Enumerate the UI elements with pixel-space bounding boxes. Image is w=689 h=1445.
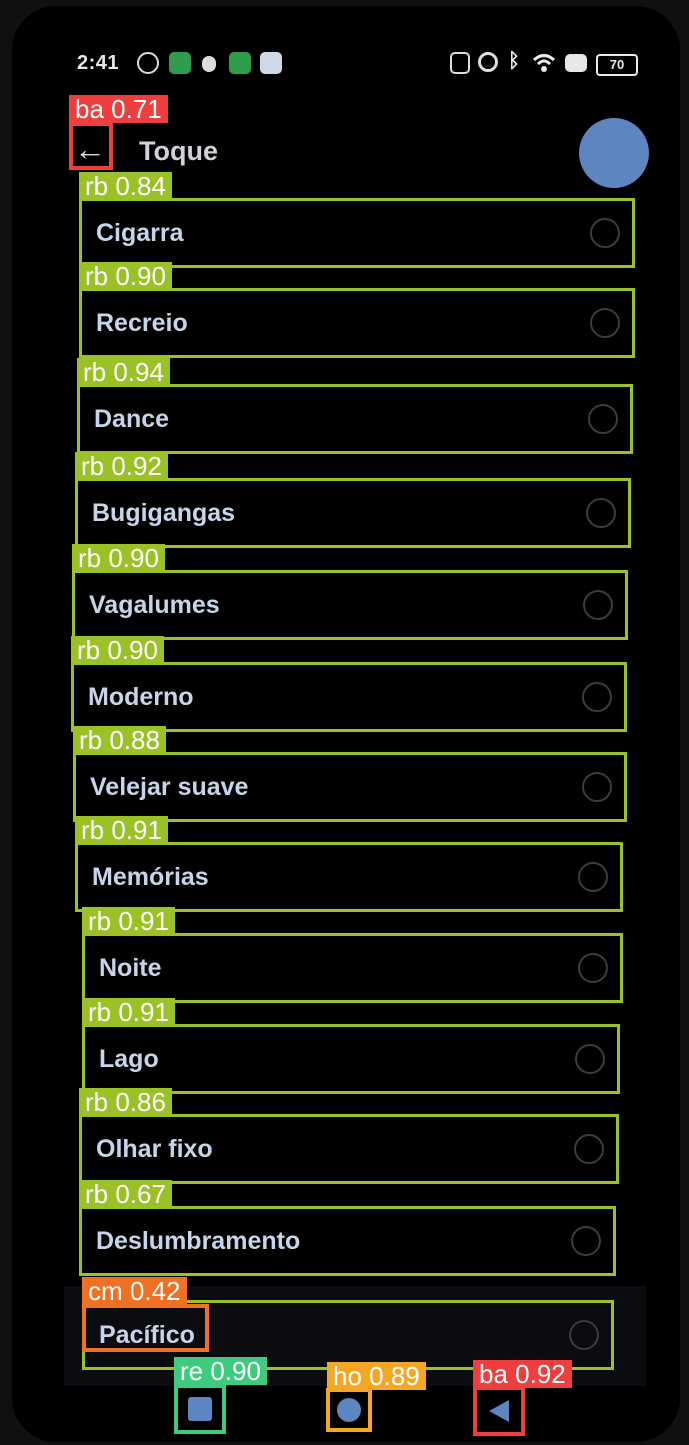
ringtone-label: Noite (99, 954, 162, 982)
ringtone-item[interactable]: Deslumbramento (79, 1206, 616, 1276)
status-time: 2:41 (77, 52, 120, 74)
ringtone-item[interactable]: Velejar suave (73, 752, 627, 822)
ringtone-item[interactable]: Noite (82, 933, 623, 1003)
ringtone-label: Bugigangas (92, 499, 236, 527)
ringtone-label: Recreio (96, 309, 188, 337)
status-bar: 2:41 ᛒ 70 (12, 44, 680, 84)
ringtone-label: Cigarra (96, 219, 184, 247)
radio-button[interactable] (586, 498, 616, 528)
ringtone-label: Moderno (88, 683, 194, 711)
fab-button[interactable] (579, 118, 649, 188)
bug-icon (202, 56, 216, 72)
detection-box-back (69, 122, 113, 170)
detection-tag: rb 0.91 (75, 816, 168, 844)
ringtone-label: Lago (99, 1045, 159, 1073)
ringtone-item[interactable]: Moderno (71, 662, 627, 732)
home-button[interactable] (326, 1388, 372, 1432)
detection-tag: rb 0.92 (75, 452, 168, 480)
detection-tag: ho 0.89 (327, 1362, 426, 1390)
detection-tag: rb 0.91 (82, 907, 175, 935)
ringtone-item[interactable]: Vagalumes (72, 570, 628, 640)
radio-button[interactable] (588, 404, 618, 434)
radio-button[interactable] (578, 862, 608, 892)
ringtone-item[interactable]: Lago (82, 1024, 620, 1094)
detection-tag: cm 0.42 (82, 1277, 187, 1305)
nav-back-button[interactable] (473, 1386, 525, 1436)
ringtone-label: Vagalumes (89, 591, 220, 619)
triangle-back-icon (489, 1400, 509, 1422)
detection-tag: rb 0.91 (82, 998, 175, 1026)
ringtone-item[interactable]: Olhar fixo (79, 1114, 619, 1184)
ringtone-item[interactable]: Dance (77, 384, 633, 454)
ringtone-label: Deslumbramento (96, 1227, 301, 1255)
white-app-icon (260, 52, 282, 74)
detection-tag: rb 0.90 (79, 262, 172, 290)
ringtone-label: Memórias (92, 863, 209, 891)
radio-button[interactable] (569, 1320, 599, 1350)
radio-button[interactable] (575, 1044, 605, 1074)
detection-tag: ba 0.71 (69, 95, 168, 123)
ringtone-item[interactable]: Memórias (75, 842, 623, 912)
nfc-icon (450, 52, 470, 74)
calendar-icon (169, 52, 191, 74)
ringtone-label: Velejar suave (90, 773, 249, 801)
detection-tag: rb 0.90 (71, 636, 164, 664)
detection-tag: rb 0.88 (73, 726, 166, 754)
detection-tag: rb 0.84 (79, 172, 172, 200)
detection-tag: rb 0.86 (79, 1088, 172, 1116)
detection-tag: rb 0.90 (72, 544, 165, 572)
ringtone-label: Dance (94, 405, 170, 433)
detection-box-checkbox (82, 1304, 209, 1352)
phone-screen: 2:41 ᛒ 70 ← Toque Cigarra Recreio Dance … (12, 6, 680, 1442)
ringtone-item[interactable]: Cigarra (79, 198, 635, 268)
alarm-icon (478, 52, 498, 72)
sim-icon (565, 54, 587, 72)
detection-tag: re 0.90 (174, 1357, 267, 1385)
ringtone-item[interactable]: Bugigangas (75, 478, 631, 548)
radio-button[interactable] (590, 218, 620, 248)
circle-icon (337, 1398, 361, 1422)
radio-button[interactable] (571, 1226, 601, 1256)
detection-tag: rb 0.94 (77, 358, 170, 386)
wifi-icon (532, 52, 556, 74)
radio-button[interactable] (574, 1134, 604, 1164)
detection-tag: ba 0.92 (473, 1360, 572, 1388)
settings-icon (137, 52, 159, 74)
radio-button[interactable] (578, 953, 608, 983)
page-title: Toque (139, 136, 218, 166)
battery-indicator: 70 (596, 54, 638, 76)
green-app-icon (229, 52, 251, 74)
radio-button[interactable] (582, 682, 612, 712)
bluetooth-icon: ᛒ (508, 50, 520, 72)
radio-button[interactable] (582, 772, 612, 802)
ringtone-label: Olhar fixo (96, 1135, 213, 1163)
radio-button[interactable] (590, 308, 620, 338)
recents-button[interactable] (174, 1384, 226, 1434)
radio-button[interactable] (583, 590, 613, 620)
square-icon (188, 1397, 212, 1421)
detection-tag: rb 0.67 (79, 1180, 172, 1208)
ringtone-item[interactable]: Recreio (79, 288, 635, 358)
